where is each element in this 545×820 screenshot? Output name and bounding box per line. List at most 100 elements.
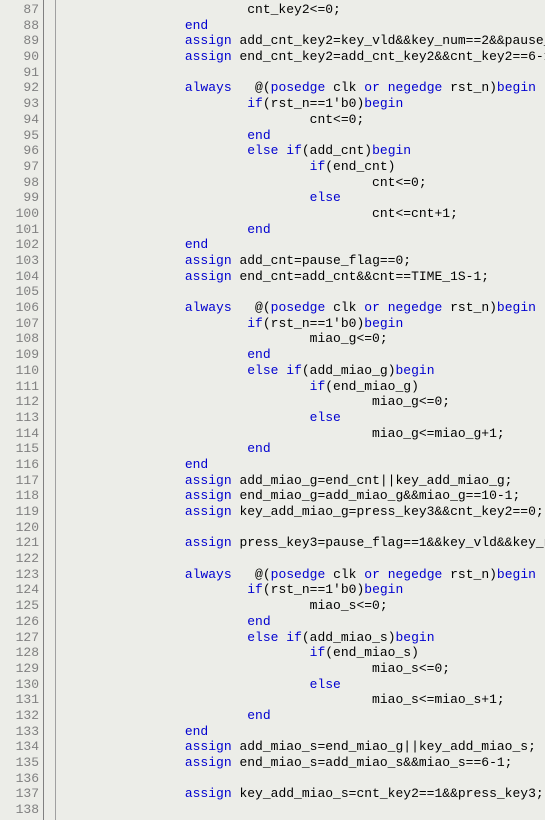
- code-line[interactable]: end: [60, 18, 545, 34]
- line-number: 116: [0, 457, 39, 473]
- code-line[interactable]: miao_s<=miao_s+1;: [60, 692, 545, 708]
- line-number: 125: [0, 598, 39, 614]
- line-number: 129: [0, 661, 39, 677]
- code-line[interactable]: assign end_cnt_key2=add_cnt_key2&&cnt_ke…: [60, 49, 545, 65]
- line-number: 114: [0, 426, 39, 442]
- line-number: 122: [0, 551, 39, 567]
- code-line[interactable]: assign key_add_miao_s=cnt_key2==1&&press…: [60, 786, 545, 802]
- code-line[interactable]: else: [60, 677, 545, 693]
- line-number: 101: [0, 222, 39, 238]
- code-line[interactable]: else if(add_miao_s)begin: [60, 630, 545, 646]
- code-line[interactable]: always @(posedge clk or negedge rst_n)be…: [60, 80, 545, 96]
- code-line[interactable]: cnt<=cnt+1;: [60, 206, 545, 222]
- code-line[interactable]: miao_g<=0;: [60, 394, 545, 410]
- line-number: 102: [0, 237, 39, 253]
- code-line[interactable]: if(end_miao_s): [60, 645, 545, 661]
- code-line[interactable]: assign add_cnt=pause_flag==0;: [60, 253, 545, 269]
- code-line[interactable]: else if(add_cnt)begin: [60, 143, 545, 159]
- line-number: 120: [0, 520, 39, 536]
- line-number: 107: [0, 316, 39, 332]
- line-number: 106: [0, 300, 39, 316]
- line-number: 88: [0, 18, 39, 34]
- line-number: 109: [0, 347, 39, 363]
- code-line[interactable]: if(rst_n==1'b0)begin: [60, 96, 545, 112]
- line-number: 127: [0, 630, 39, 646]
- line-number: 113: [0, 410, 39, 426]
- code-line[interactable]: cnt<=0;: [60, 175, 545, 191]
- line-number: 96: [0, 143, 39, 159]
- code-line[interactable]: end: [60, 441, 545, 457]
- line-number: 133: [0, 724, 39, 740]
- code-line[interactable]: miao_g<=0;: [60, 331, 545, 347]
- code-line[interactable]: end: [60, 614, 545, 630]
- line-number: 112: [0, 394, 39, 410]
- code-line[interactable]: assign add_miao_g=end_cnt||key_add_miao_…: [60, 473, 545, 489]
- line-number: 130: [0, 677, 39, 693]
- code-line[interactable]: [60, 520, 545, 536]
- line-number: 110: [0, 363, 39, 379]
- code-line[interactable]: if(end_cnt): [60, 159, 545, 175]
- code-line[interactable]: else: [60, 410, 545, 426]
- code-line[interactable]: assign end_miao_s=add_miao_s&&miao_s==6-…: [60, 755, 545, 771]
- line-number: 87: [0, 2, 39, 18]
- line-number: 95: [0, 128, 39, 144]
- code-line[interactable]: end: [60, 128, 545, 144]
- code-line[interactable]: cnt<=0;: [60, 112, 545, 128]
- code-line[interactable]: else: [60, 190, 545, 206]
- code-line[interactable]: end: [60, 222, 545, 238]
- code-line[interactable]: end: [60, 724, 545, 740]
- line-number: 108: [0, 331, 39, 347]
- code-line[interactable]: [60, 65, 545, 81]
- line-number: 128: [0, 645, 39, 661]
- code-line[interactable]: if(rst_n==1'b0)begin: [60, 582, 545, 598]
- line-number: 111: [0, 379, 39, 395]
- line-number: 89: [0, 33, 39, 49]
- code-line[interactable]: [60, 284, 545, 300]
- line-number: 123: [0, 567, 39, 583]
- line-number: 97: [0, 159, 39, 175]
- code-line[interactable]: if(rst_n==1'b0)begin: [60, 316, 545, 332]
- line-number: 134: [0, 739, 39, 755]
- code-line[interactable]: assign end_cnt=add_cnt&&cnt==TIME_1S-1;: [60, 269, 545, 285]
- code-line[interactable]: cnt_key2<=0;: [60, 2, 545, 18]
- fold-margin: [44, 0, 56, 820]
- line-number: 91: [0, 65, 39, 81]
- code-line[interactable]: assign add_miao_s=end_miao_g||key_add_mi…: [60, 739, 545, 755]
- line-number: 94: [0, 112, 39, 128]
- code-line[interactable]: assign end_miao_g=add_miao_g&&miao_g==10…: [60, 488, 545, 504]
- line-number: 137: [0, 786, 39, 802]
- line-number: 117: [0, 473, 39, 489]
- line-number: 131: [0, 692, 39, 708]
- code-line[interactable]: [60, 802, 545, 818]
- line-number: 105: [0, 284, 39, 300]
- code-line[interactable]: end: [60, 347, 545, 363]
- code-line[interactable]: end: [60, 457, 545, 473]
- line-number: 103: [0, 253, 39, 269]
- code-line[interactable]: end: [60, 237, 545, 253]
- code-line[interactable]: assign press_key3=pause_flag==1&&key_vld…: [60, 535, 545, 551]
- line-number: 93: [0, 96, 39, 112]
- code-line[interactable]: miao_g<=miao_g+1;: [60, 426, 545, 442]
- line-number: 90: [0, 49, 39, 65]
- line-number: 121: [0, 535, 39, 551]
- line-number: 126: [0, 614, 39, 630]
- line-number: 99: [0, 190, 39, 206]
- code-line[interactable]: assign add_cnt_key2=key_vld&&key_num==2&…: [60, 33, 545, 49]
- code-line[interactable]: [60, 551, 545, 567]
- code-line[interactable]: else if(add_miao_g)begin: [60, 363, 545, 379]
- code-line[interactable]: always @(posedge clk or negedge rst_n)be…: [60, 300, 545, 316]
- code-editor-area[interactable]: cnt_key2<=0; end assign add_cnt_key2=key…: [56, 0, 545, 820]
- code-line[interactable]: end: [60, 708, 545, 724]
- code-line[interactable]: [60, 771, 545, 787]
- code-line[interactable]: miao_s<=0;: [60, 598, 545, 614]
- line-number: 100: [0, 206, 39, 222]
- code-line[interactable]: miao_s<=0;: [60, 661, 545, 677]
- line-number: 135: [0, 755, 39, 771]
- line-number: 98: [0, 175, 39, 191]
- line-number-gutter: 8788899091929394959697989910010110210310…: [0, 0, 44, 820]
- code-line[interactable]: assign key_add_miao_g=press_key3&&cnt_ke…: [60, 504, 545, 520]
- code-line[interactable]: if(end_miao_g): [60, 379, 545, 395]
- line-number: 136: [0, 771, 39, 787]
- code-line[interactable]: always @(posedge clk or negedge rst_n)be…: [60, 567, 545, 583]
- line-number: 118: [0, 488, 39, 504]
